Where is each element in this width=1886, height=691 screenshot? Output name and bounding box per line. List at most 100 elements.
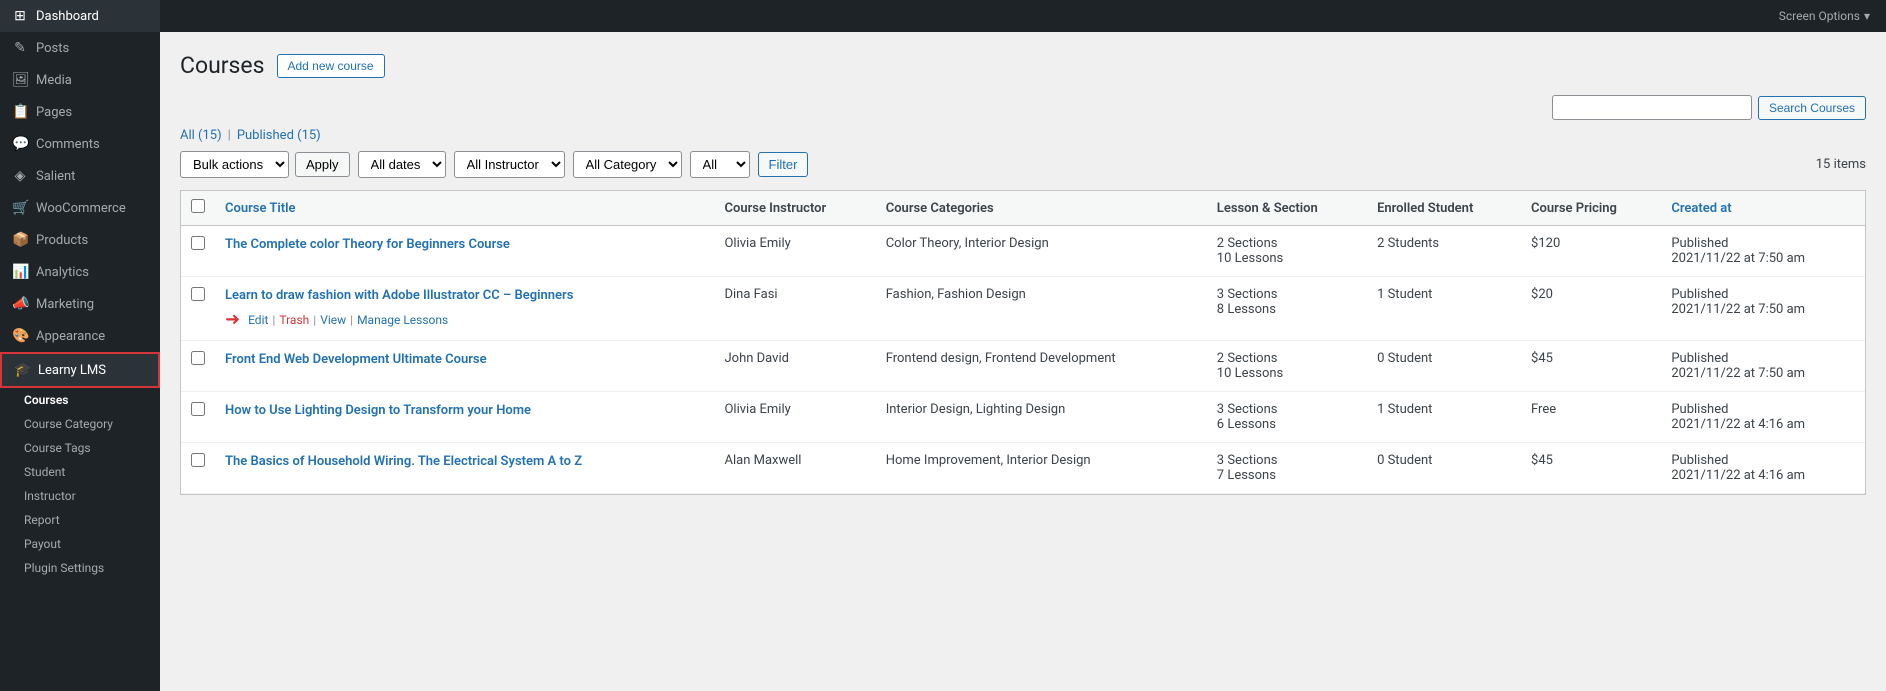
courses-label: Courses xyxy=(24,393,68,407)
enrolled-student-cell: 1 Student xyxy=(1367,277,1521,341)
sidebar-item-products[interactable]: 📦 Products xyxy=(0,224,160,256)
col-lesson: Lesson & Section xyxy=(1207,191,1367,226)
row-arrow-indicator: ➜ xyxy=(225,309,240,330)
table-row: Front End Web Development Ultimate Cours… xyxy=(181,341,1865,392)
sidebar-item-dashboard[interactable]: ⊞ Dashboard xyxy=(0,0,160,32)
col-enrolled: Enrolled Student xyxy=(1367,191,1521,226)
row-checkbox[interactable] xyxy=(191,402,205,416)
sidebar-item-label: Pages xyxy=(36,105,72,120)
status-link-all[interactable]: All (15) xyxy=(180,128,222,143)
course-pricing-cell: $20 xyxy=(1521,277,1661,341)
row-checkbox-cell xyxy=(181,277,215,341)
topbar: Screen Options ▾ xyxy=(160,0,1886,32)
created-at-cell: Published2021/11/22 at 7:50 am xyxy=(1661,226,1865,277)
sidebar-sub-item-courses[interactable]: Courses xyxy=(0,388,160,412)
publish-status: Published xyxy=(1671,236,1728,251)
sidebar-item-woocommerce[interactable]: 🛒 WooCommerce xyxy=(0,192,160,224)
course-title-link[interactable]: Learn to draw fashion with Adobe Illustr… xyxy=(225,288,573,303)
enrolled-student-cell: 0 Student xyxy=(1367,341,1521,392)
filter-bar: Bulk actions Apply All dates All Instruc… xyxy=(180,151,1866,178)
row-checkbox[interactable] xyxy=(191,287,205,301)
sidebar-item-analytics[interactable]: 📊 Analytics xyxy=(0,256,160,288)
products-icon: 📦 xyxy=(12,232,28,248)
course-categories-cell: Fashion, Fashion Design xyxy=(876,277,1207,341)
sidebar-item-comments[interactable]: 💬 Comments xyxy=(0,128,160,160)
edit-action[interactable]: Edit xyxy=(248,313,268,327)
page-title: Courses xyxy=(180,52,265,79)
select-all-col xyxy=(181,191,215,226)
course-title-cell: How to Use Lighting Design to Transform … xyxy=(215,392,714,443)
col-categories: Course Categories xyxy=(876,191,1207,226)
sidebar-sub-item-report[interactable]: Report xyxy=(0,508,160,532)
posts-icon: ✎ xyxy=(12,40,28,56)
chevron-down-icon: ▾ xyxy=(1864,9,1870,23)
status-link-published[interactable]: Published (15) xyxy=(237,128,321,143)
add-new-course-button[interactable]: Add new course xyxy=(277,54,385,78)
course-instructor-cell: Olivia Emily xyxy=(714,226,875,277)
sidebar-sub-item-payout[interactable]: Payout xyxy=(0,532,160,556)
sidebar-item-appearance[interactable]: 🎨 Appearance xyxy=(0,320,160,352)
bulk-actions-select[interactable]: Bulk actions xyxy=(180,151,289,178)
publish-date: 2021/11/22 at 7:50 am xyxy=(1671,251,1805,266)
dates-filter[interactable]: All dates xyxy=(358,151,446,178)
sidebar-item-marketing[interactable]: 📣 Marketing xyxy=(0,288,160,320)
sidebar-item-posts[interactable]: ✎ Posts xyxy=(0,32,160,64)
created-at-cell: Published2021/11/22 at 4:16 am xyxy=(1661,443,1865,494)
sidebar-sub-item-course-tags[interactable]: Course Tags xyxy=(0,436,160,460)
col-instructor: Course Instructor xyxy=(714,191,875,226)
col-pricing: Course Pricing xyxy=(1521,191,1661,226)
created-at-cell: Published2021/11/22 at 4:16 am xyxy=(1661,392,1865,443)
search-input[interactable] xyxy=(1552,95,1752,120)
category-filter[interactable]: All Category xyxy=(573,151,682,178)
sidebar: ⊞ Dashboard ✎ Posts 🖼 Media 📋 Pages 💬 Co… xyxy=(0,0,160,691)
table-header-row: Course Title Course Instructor Course Ca… xyxy=(181,191,1865,226)
sidebar-item-label: WooCommerce xyxy=(36,201,126,216)
course-title-link[interactable]: The Complete color Theory for Beginners … xyxy=(225,237,510,252)
row-checkbox[interactable] xyxy=(191,453,205,467)
course-pricing-cell: Free xyxy=(1521,392,1661,443)
screen-options-button[interactable]: Screen Options ▾ xyxy=(1779,9,1870,23)
course-title-link[interactable]: The Basics of Household Wiring. The Elec… xyxy=(225,454,582,469)
sidebar-sub-item-plugin-settings[interactable]: Plugin Settings xyxy=(0,556,160,580)
sidebar-item-label: Learny LMS xyxy=(38,363,106,378)
marketing-icon: 📣 xyxy=(12,296,28,312)
sidebar-sub-item-instructor[interactable]: Instructor xyxy=(0,484,160,508)
row-checkbox[interactable] xyxy=(191,351,205,365)
col-title[interactable]: Course Title xyxy=(215,191,714,226)
media-icon: 🖼 xyxy=(12,72,28,88)
sidebar-item-media[interactable]: 🖼 Media xyxy=(0,64,160,96)
manage-lessons-action[interactable]: Manage Lessons xyxy=(357,313,448,327)
lessons-count: 6 Lessons xyxy=(1217,417,1276,432)
select-all-checkbox[interactable] xyxy=(191,199,205,213)
sidebar-item-salient[interactable]: ◈ Salient xyxy=(0,160,160,192)
trash-action[interactable]: Trash xyxy=(279,313,309,327)
woocommerce-icon: 🛒 xyxy=(12,200,28,216)
sidebar-sub-item-course-category[interactable]: Course Category xyxy=(0,412,160,436)
search-courses-button[interactable]: Search Courses xyxy=(1758,96,1866,120)
instructor-filter[interactable]: All Instructor xyxy=(454,151,565,178)
all-filter[interactable]: All xyxy=(690,151,750,178)
sidebar-item-label: Salient xyxy=(36,169,75,184)
filter-button[interactable]: Filter xyxy=(758,152,809,177)
screen-options-label: Screen Options xyxy=(1779,9,1860,23)
row-checkbox[interactable] xyxy=(191,236,205,250)
sidebar-item-pages[interactable]: 📋 Pages xyxy=(0,96,160,128)
apply-button[interactable]: Apply xyxy=(295,152,350,177)
sidebar-sub-item-student[interactable]: Student xyxy=(0,460,160,484)
courses-table: Course Title Course Instructor Course Ca… xyxy=(181,191,1865,494)
report-label: Report xyxy=(24,513,60,527)
course-title-cell: Front End Web Development Ultimate Cours… xyxy=(215,341,714,392)
lessons-count: 8 Lessons xyxy=(1217,302,1276,317)
table-row: Learn to draw fashion with Adobe Illustr… xyxy=(181,277,1865,341)
course-categories-cell: Color Theory, Interior Design xyxy=(876,226,1207,277)
col-created[interactable]: Created at xyxy=(1661,191,1865,226)
lessons-count: 7 Lessons xyxy=(1217,468,1276,483)
lesson-section-cell: 3 Sections6 Lessons xyxy=(1207,392,1367,443)
course-title-link[interactable]: Front End Web Development Ultimate Cours… xyxy=(225,352,487,367)
content-area: Courses Add new course Search Courses Al… xyxy=(160,32,1886,691)
sidebar-item-learny-lms[interactable]: 🎓 Learny LMS xyxy=(0,352,160,388)
course-category-label: Course Category xyxy=(24,417,113,431)
course-title-link[interactable]: How to Use Lighting Design to Transform … xyxy=(225,403,531,418)
view-action[interactable]: View xyxy=(320,313,346,327)
enrolled-student-cell: 2 Students xyxy=(1367,226,1521,277)
